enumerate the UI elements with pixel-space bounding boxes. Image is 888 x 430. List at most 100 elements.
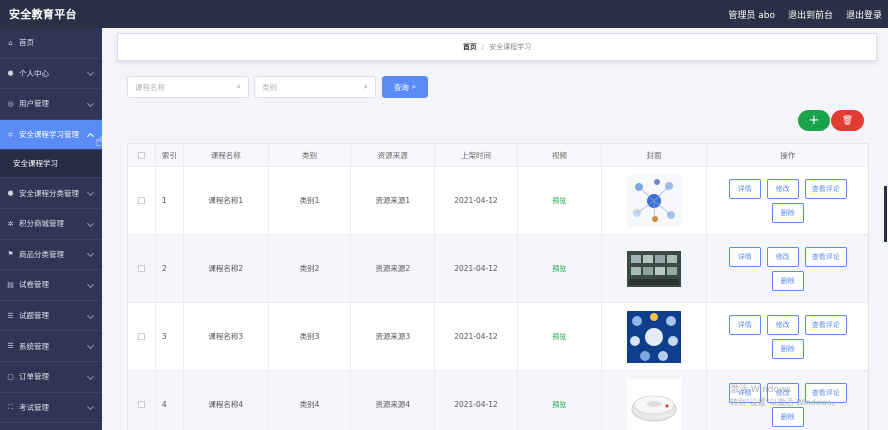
row-index: 1 [156,167,184,234]
view-comments-button[interactable]: 查看评论 [804,178,847,199]
video-preview-link[interactable]: 预览 [552,264,566,274]
sidebar-item-system[interactable]: ☰ 系统管理 [0,331,102,362]
sidebar-item-label: 商品分类管理 [19,249,64,259]
sidebar-item-course-category[interactable]: ● 安全课程分类管理 [0,178,102,209]
sidebar-item-course-learning[interactable]: ✲ 安全课程学习管理 [0,119,102,151]
edit-button[interactable]: 修改 [766,178,799,199]
row-category: 类别4 [269,371,352,430]
row-checkbox[interactable] [137,333,145,340]
breadcrumb-home[interactable]: 首页 [463,42,477,52]
row-checkbox[interactable] [137,265,145,272]
query-button[interactable]: 查询 ⌕ [382,76,428,98]
row-checkbox[interactable] [137,197,145,204]
row-index: 3 [156,303,184,370]
sidebar-item-personal[interactable]: ● 个人中心 [0,59,102,90]
cover-image-network [627,310,682,363]
delete-button[interactable]: 删除 [771,270,804,291]
search-placeholder: 课程名称 [135,82,165,92]
category-search-input[interactable]: 类别 ⌕ [254,76,376,98]
edit-button[interactable]: 修改 [766,246,799,267]
chevron-down-icon [86,280,95,288]
row-source: 资源来源2 [351,235,436,302]
table-row: 3 课程名称3 类别3 资源来源3 2021-04-12 预览 详情 修改 查看… [128,303,868,371]
detail-button[interactable]: 详情 [728,178,761,199]
batch-delete-button[interactable]: 🗑 [831,110,864,131]
search-icon: ⌕ [236,82,241,91]
sidebar-item-goods-category[interactable]: ⚑ 商品分类管理 [0,240,102,271]
admin-user-label: 管理员 abo [728,10,775,21]
chevron-up-icon [86,132,95,140]
view-comments-button[interactable]: 查看评论 [804,314,847,335]
edit-button[interactable]: 修改 [766,314,799,335]
breadcrumb-separator: / [481,43,485,51]
detail-button[interactable]: 详情 [728,246,761,267]
frame-icon: ⛶ [8,402,13,411]
trash-icon: 🗑 [841,115,854,126]
header-index: 索引 [156,144,184,166]
row-checkbox[interactable] [137,401,145,408]
add-button[interactable]: + [798,110,830,131]
detail-button[interactable]: 详情 [728,314,761,335]
table-row: 2 课程名称2 类别2 资源来源2 2021-04-12 预览 详情 修改 查看… [128,235,868,303]
delete-button[interactable]: 删除 [771,406,804,427]
row-category: 类别1 [269,167,352,234]
row-source: 资源来源1 [351,167,436,234]
chevron-down-icon [86,99,95,108]
row-course-name: 课程名称3 [184,303,269,370]
sidebar-item-papers[interactable]: ▤ 试卷管理 [0,270,102,301]
list-icon: ☰ [7,342,14,351]
user-icon: ● [7,189,14,198]
video-preview-link[interactable]: 预览 [552,332,566,342]
chevron-down-icon [86,69,95,77]
chevron-down-icon [86,403,95,411]
chevron-down-icon [86,311,95,319]
windows-activation-watermark: 激活 Windows 转到"设置"以激活 Windows。 [730,382,840,408]
plus-icon: + [808,113,820,128]
delete-button[interactable]: 删除 [771,338,804,359]
cover-image-smoke-detector [627,378,682,430]
sidebar-item-home[interactable]: ⌂ 首页 [0,28,102,59]
header-cover: 封面 [602,144,708,166]
course-name-search-input[interactable]: 课程名称 ⌕ [127,76,249,98]
row-date: 2021-04-12 [435,167,518,234]
logout-link[interactable]: 退出登录 [846,8,882,21]
sidebar-item-label: 试题管理 [19,311,49,321]
gear-icon: ✲ [7,219,14,228]
square-icon: ▢ [7,372,14,381]
delete-button[interactable]: 删除 [771,202,804,223]
row-date: 2021-04-12 [435,371,518,430]
sidebar-item-label: 积分商城管理 [19,219,64,229]
sidebar-item-questions[interactable]: ☰ 试题管理 [0,301,102,332]
row-source: 资源来源4 [351,371,436,430]
scrollbar-thumb[interactable] [884,186,887,242]
search-placeholder: 类别 [262,82,277,92]
row-index: 4 [156,371,184,430]
sidebar-item-label: 个人中心 [19,68,49,78]
header-category: 类别 [269,144,352,166]
users-icon: ◎ [7,99,14,108]
watermark-line-2: 转到"设置"以激活 Windows。 [730,398,840,407]
sidebar-item-label: 安全课程学习管理 [19,130,79,140]
header-date: 上架时间 [435,144,518,166]
list-icon: ☰ [7,311,14,320]
sidebar-item-users[interactable]: ◎ 用户管理 [0,89,102,120]
sidebar-item-points-mall[interactable]: ✲ 积分商城管理 [0,209,102,240]
sidebar-subitem-course-learning[interactable]: 安全课程学习 [0,150,102,179]
chevron-down-icon [86,189,95,197]
sidebar-item-label: 考试管理 [19,402,49,412]
view-comments-button[interactable]: 查看评论 [804,246,847,267]
video-preview-link[interactable]: 预览 [552,196,566,206]
exit-to-front-link[interactable]: 退出到前台 [788,8,833,21]
row-source: 资源来源3 [351,303,436,370]
app-title: 安全教育平台 [9,8,77,21]
sidebar-item-label: 系统管理 [19,341,49,351]
video-preview-link[interactable]: 预览 [552,400,566,410]
flag-icon: ⚑ [7,250,14,259]
select-all-checkbox[interactable] [137,151,145,159]
sidebar-item-exams[interactable]: ⛶ 考试管理 [0,393,102,424]
table-row: 1 课程名称1 类别1 资源来源1 2021-04-12 预览 详情 修改 查看… [128,167,868,235]
chevron-down-icon [86,342,95,350]
row-course-name: 课程名称4 [184,371,269,430]
sidebar-item-orders[interactable]: ▢ 订单管理 [0,362,102,393]
header-actions: 操作 [780,150,796,160]
